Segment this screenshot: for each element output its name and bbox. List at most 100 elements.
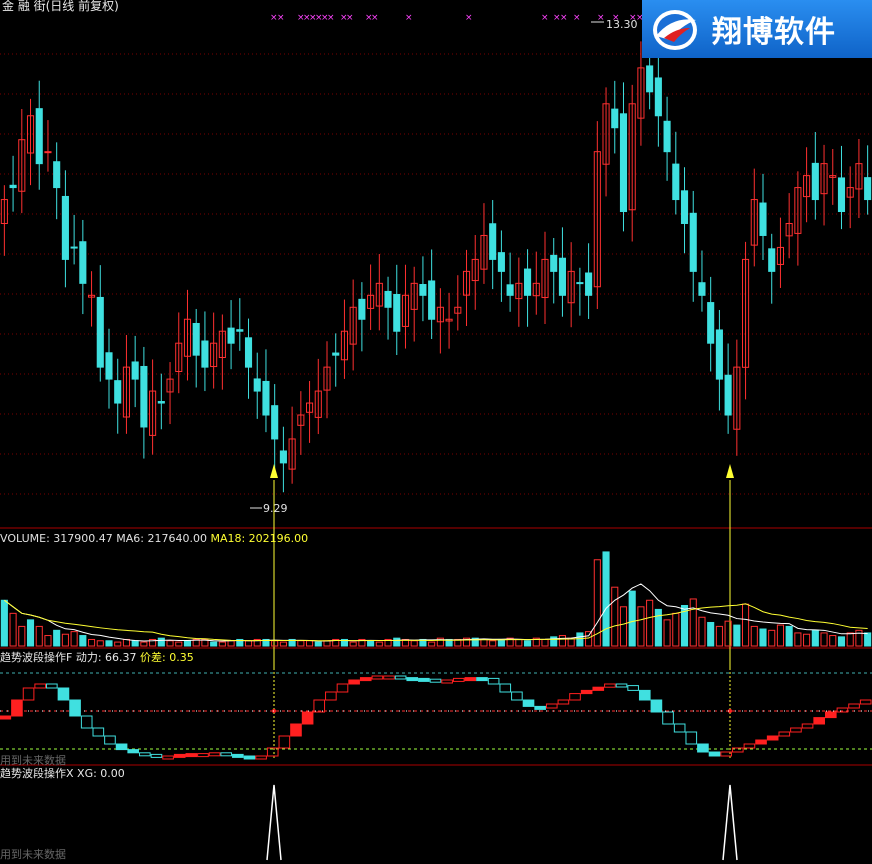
trend-step-block [452,677,465,682]
trend-step-block [173,753,186,758]
candle-body [140,365,148,428]
candle-body [497,252,505,272]
trend-step-block [511,691,523,701]
volume-bar [776,624,784,647]
volume-bar [279,641,287,647]
trend-step-block [255,755,267,760]
trend-step-block [627,685,639,691]
candle-body [558,257,566,296]
trend-step-block [69,699,81,717]
volume-bar [611,586,619,647]
xg-legend: 趋势波段操作X XG: 0.00 [0,767,125,780]
volume-bar [175,641,183,647]
low-price-label: 9.29 [263,502,288,515]
trend-step-block [685,731,698,745]
volume-bar [323,640,331,647]
volume-bar [96,640,104,647]
volume-bar [820,632,828,647]
volume-bar [715,625,723,647]
x-signal-mark: × [405,13,413,23]
candle-body [384,290,392,308]
candle-body [53,161,61,189]
volume-bar [637,606,645,647]
trend-step-block [778,731,791,737]
signal-arrow-icon [726,464,734,478]
volume-bar [794,632,802,647]
trend-step-block [499,683,512,693]
trend-legend: 趋势波段操作F 动力: 66.37 价差: 0.35 [0,651,194,664]
candle-body [61,195,69,260]
candle-body [689,212,697,272]
volume-bar [698,616,706,647]
volume-bar [183,640,192,647]
volume-bar [864,632,872,647]
volume-value: VOLUME: 317900.47 [0,532,113,545]
trend-step-block [290,723,302,737]
volume-bar [785,625,793,647]
trend-step-block [57,687,70,701]
volume-bar [654,608,662,647]
trend-step-block [359,677,372,682]
xg-value: XG: 0.00 [77,767,125,780]
volume-bar [271,640,279,647]
volume-bar [131,640,139,647]
volume-bar [393,637,401,647]
candle-body [44,151,52,154]
x-signal-mark: × [541,13,549,23]
candle-body [837,177,846,213]
volume-bar [9,612,17,647]
trend-step-block [46,683,58,689]
volume-bar [750,625,758,647]
trend-step-block [604,683,616,688]
candle-body [864,177,872,201]
trend-step-block [301,711,314,725]
volume-bar [803,633,811,647]
volume-bar [558,635,566,647]
volume-bar [619,606,628,647]
trend-step-block [464,677,477,682]
volume-bar [314,641,322,647]
volume-bar [585,631,593,647]
candle-body [654,77,662,117]
volume-bar [742,603,750,647]
brand-logo: 翔博软件 [642,0,872,58]
volume-bar [375,641,383,647]
volume-bar [480,638,488,647]
volume-bar [227,640,235,647]
trend-step-block [185,753,198,758]
volume-bar [244,640,253,647]
volume-bar [524,640,532,647]
candle-body [489,223,497,260]
trend-step-block [371,675,384,680]
candle-body [262,380,270,416]
volume-bar [646,599,654,647]
trend-step-block [801,723,814,729]
volume-bar [837,636,846,647]
candle-body [157,401,165,404]
volume-bar [707,621,715,647]
candle-body [35,108,43,165]
candle-body [279,450,287,464]
ma18-value: MA18: 202196.00 [210,532,309,545]
volume-bar [18,625,26,647]
trend-step-block [383,675,395,680]
trend-step-block [127,749,140,754]
trend-step-block [790,727,802,733]
x-signal-mark: × [277,13,285,23]
xg-spike [266,784,282,861]
kline-chart[interactable]: × × ×××××× ×× ×× × × × × × × × × × × [0,0,872,864]
trend-step-block [743,743,756,749]
trend-step-block [150,753,163,758]
candle-body [253,378,261,392]
candle-body [611,108,619,129]
volume-bar [628,590,636,647]
trend-step-block [755,739,767,745]
candle-body [358,298,366,320]
trend-step-block [0,715,12,720]
candle-body [131,361,139,380]
volume-bar [410,640,418,647]
trend-step-block [766,735,779,741]
trend-power-value: 动力: 66.37 [75,651,137,664]
candle-body [768,248,776,272]
x-signal-mark: × [346,13,354,23]
